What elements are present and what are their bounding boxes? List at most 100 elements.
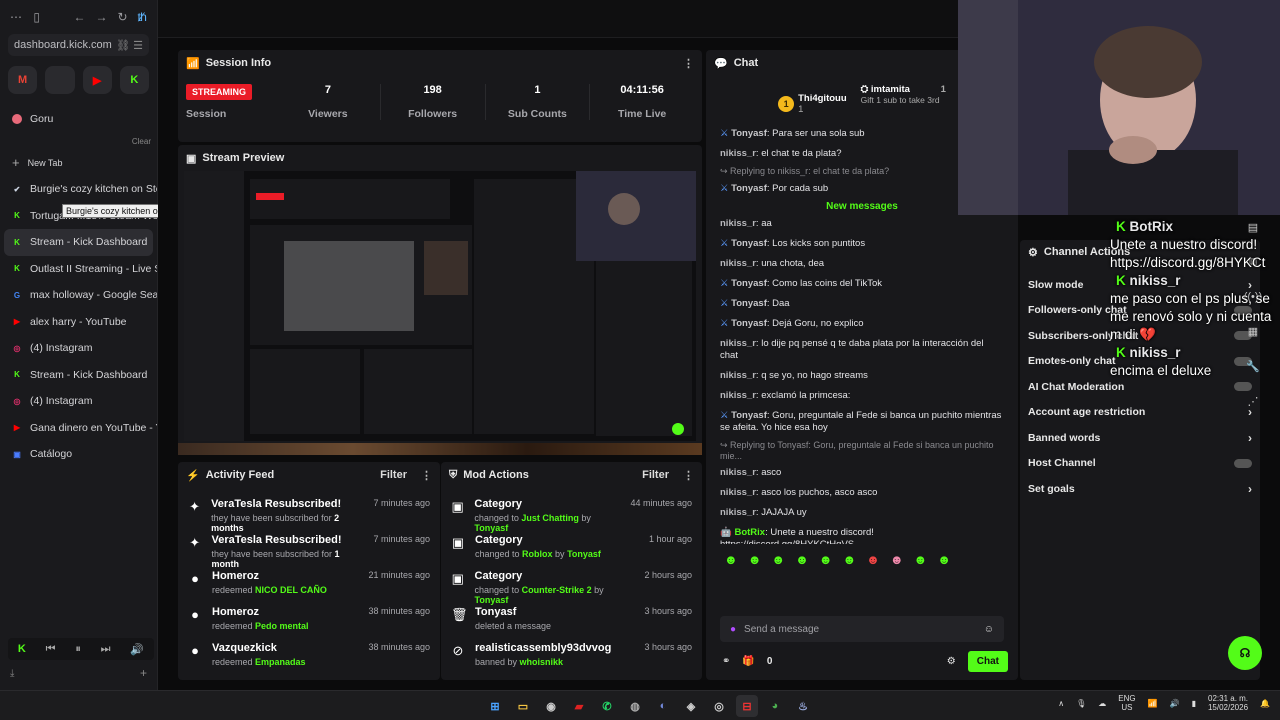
mod-action-item[interactable]: ▣ Category changed to Just Chatting by Ton…	[441, 498, 702, 534]
chat-username[interactable]: Tonyasf	[731, 128, 767, 139]
battery-icon[interactable]: ▮	[1192, 699, 1196, 708]
chat-message[interactable]: nikiss_r: JAJAJA uy	[706, 503, 1018, 523]
chat-username[interactable]: Tonyasf	[731, 278, 767, 289]
chat-message[interactable]: 🤖 BotRix: Unete a nuestro discord! https…	[706, 523, 1018, 544]
chat-username[interactable]: Tonyasf	[731, 238, 767, 249]
gifter-1[interactable]: 1 Thi4gitouu 1	[778, 84, 847, 124]
chat-username[interactable]: nikiss_r	[720, 218, 756, 229]
app-icon[interactable]: ◍	[624, 695, 646, 717]
chat-send-button[interactable]: Chat	[967, 650, 1008, 672]
chrome-icon[interactable]: ◕	[764, 695, 786, 717]
mod-action-item[interactable]: ▣ Category changed to Roblox by Tonyasf 1 h…	[441, 534, 702, 570]
wifi-icon[interactable]: 📶	[1148, 699, 1158, 708]
volume-icon[interactable]: 🔊	[1170, 699, 1180, 708]
pinned-tab[interactable]	[45, 66, 75, 94]
chat-message[interactable]: ⚔ Tonyasf: Los kicks son puntitos	[706, 234, 1018, 254]
chat-username[interactable]: nikiss_r	[720, 338, 756, 349]
emote-icon[interactable]: ☻	[748, 552, 762, 567]
tab-item[interactable]: ✔Burgie's cozy kitchen on Steam✕	[0, 176, 157, 203]
gifter-2[interactable]: ⛭ imtamita 1 Gift 1 sub to take 3rd	[861, 84, 946, 124]
chat-username[interactable]: BotRix	[734, 527, 765, 538]
pinned-tab[interactable]: ▶	[82, 66, 112, 94]
tab-item[interactable]: ▣ Catálogo	[0, 441, 157, 468]
download-icon[interactable]: ⤓	[10, 668, 14, 679]
chat-username[interactable]: nikiss_r	[720, 467, 756, 478]
voicemod-icon[interactable]: ▰	[568, 695, 590, 717]
activity-item[interactable]: ● Homeroz redeemed NICO DEL CAÑO 21 minutes…	[178, 570, 440, 606]
app-icon[interactable]: ◈	[680, 695, 702, 717]
reload-icon[interactable]: ↻	[117, 10, 127, 24]
channel-action-item[interactable]: Banned words ›	[1020, 425, 1260, 451]
chat-username[interactable]: nikiss_r	[720, 507, 756, 518]
chat-message[interactable]: nikiss_r: aa	[706, 214, 1018, 234]
language-indicator[interactable]: ENG US	[1118, 694, 1135, 712]
emote-icon[interactable]: ☻	[724, 552, 738, 567]
notifications-icon[interactable]: 🔔	[1260, 699, 1270, 708]
tab-item[interactable]: K Stream - Kick Dashboard	[0, 362, 157, 389]
chat-username[interactable]: nikiss_r	[720, 370, 756, 381]
new-tab-button[interactable]: + New Tab	[0, 150, 157, 177]
capcut-icon[interactable]: ⊟	[736, 695, 758, 717]
discord-icon[interactable]: ◐	[652, 695, 674, 717]
app-icon[interactable]: ◎	[708, 695, 730, 717]
mic-icon[interactable]: ●	[730, 624, 736, 635]
chat-username[interactable]: Tonyasf	[731, 318, 767, 329]
emote-icon[interactable]: ☻	[914, 552, 928, 567]
chat-message[interactable]: ⚔ Tonyasf: Dejá Goru, no explico	[706, 314, 1018, 334]
chat-message[interactable]: nikiss_r: q se yo, no hago streams	[706, 366, 1018, 386]
url-bar[interactable]: dashboard.kick.com ⛓ ☰	[8, 34, 149, 56]
channel-action-item[interactable]: Set goals ›	[1020, 476, 1260, 502]
chat-username[interactable]: nikiss_r	[720, 390, 756, 401]
url-text[interactable]: dashboard.kick.com	[14, 39, 112, 51]
chat-username[interactable]: nikiss_r	[720, 258, 756, 269]
chat-message[interactable]: ⚔ Tonyasf: Como las coins del TikTok	[706, 274, 1018, 294]
emote-icon[interactable]: ☻	[842, 552, 856, 567]
clock[interactable]: 02:31 a. m. 15/02/2026	[1208, 694, 1248, 712]
steam-icon[interactable]: ♨	[792, 695, 814, 717]
more-options-icon[interactable]: ⋮	[421, 469, 432, 482]
next-track-icon[interactable]: ⏭	[101, 643, 111, 656]
emote-icon[interactable]: ☻	[819, 552, 833, 567]
share-icon[interactable]: ⋰	[1248, 395, 1259, 408]
file-explorer-icon[interactable]: ▭	[512, 695, 534, 717]
channel-action-item[interactable]: Account age restriction ›	[1020, 400, 1260, 426]
emoji-icon[interactable]: ☺	[984, 624, 994, 635]
emote-icon[interactable]: ☻	[890, 552, 904, 567]
chat-message[interactable]: nikiss_r: asco los puchos, asco asco	[706, 483, 1018, 503]
copy-link-icon[interactable]: ⛓ ☰	[116, 39, 143, 52]
sidebar-toggle-icon[interactable]: ▯	[32, 10, 41, 24]
emote-icon[interactable]: ☻	[795, 552, 809, 567]
more-options-icon[interactable]: ⋮	[683, 57, 694, 70]
whatsapp-icon[interactable]: ✆	[596, 695, 618, 717]
mod-action-item[interactable]: ▣ Category changed to Counter-Strike 2 by …	[441, 570, 702, 606]
emote-icon[interactable]: ☻	[771, 552, 785, 567]
mod-action-item[interactable]: ⊘ realisticassembly93dvvog banned by whois…	[441, 642, 702, 678]
chevron-up-icon[interactable]: ∧	[1058, 699, 1064, 708]
tab-item[interactable]: Gmax holloway - Google Search	[0, 282, 157, 309]
more-icon[interactable]: ⋯	[10, 10, 22, 24]
pinned-tab[interactable]: K	[119, 66, 149, 94]
obs-icon[interactable]: ◉	[540, 695, 562, 717]
pause-icon[interactable]: ⏸	[75, 643, 81, 656]
tab-item[interactable]: ▶ alex harry - YouTube	[0, 309, 157, 336]
support-headset-button[interactable]: ☊	[1228, 636, 1262, 670]
chat-username[interactable]: Tonyasf	[731, 183, 767, 194]
activity-filter-button[interactable]: Filter	[380, 469, 407, 481]
stream-preview-video[interactable]	[184, 171, 696, 441]
settings-icon[interactable]: ⚙	[947, 656, 956, 667]
kicks-icon[interactable]: ⚭	[722, 656, 730, 667]
mod-action-item[interactable]: 🗑 Tonyasf deleted a message 3 hours ago	[441, 606, 702, 642]
activity-item[interactable]: ✦ VeraTesla Resubscribed! they have been s…	[178, 498, 440, 534]
chat-input-placeholder[interactable]: Send a message	[744, 624, 819, 635]
add-icon[interactable]: +	[140, 666, 147, 680]
chat-message[interactable]: ⚔ Tonyasf: Daa	[706, 294, 1018, 314]
prev-track-icon[interactable]: ⏮	[46, 643, 56, 656]
chat-username[interactable]: Tonyasf	[731, 298, 767, 309]
emote-icon[interactable]: ☻	[866, 552, 880, 567]
tab-item[interactable]: K Stream - Kick Dashboard	[4, 229, 153, 256]
clear-tabs-button[interactable]: Clear	[0, 133, 157, 146]
cloud-icon[interactable]: ☁	[1098, 699, 1106, 708]
emote-icon[interactable]: ☻	[937, 552, 951, 567]
chat-username[interactable]: nikiss_r	[720, 487, 756, 498]
more-options-icon[interactable]: ⋮	[683, 469, 694, 482]
